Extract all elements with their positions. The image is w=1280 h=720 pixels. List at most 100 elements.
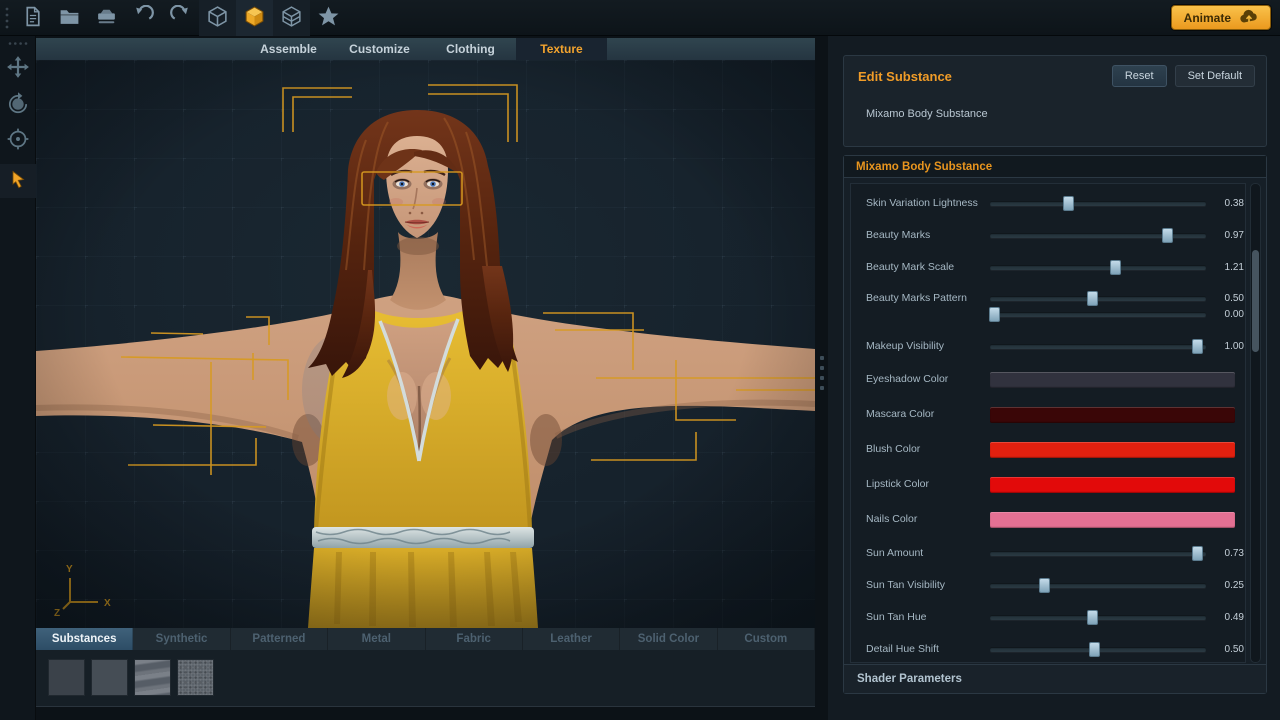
slider-track[interactable] bbox=[990, 201, 1206, 206]
parameter-value: 0.97 bbox=[1214, 230, 1244, 241]
parameter-row: Eyeshadow Color bbox=[851, 362, 1245, 397]
parameter-slider[interactable] bbox=[990, 578, 1206, 593]
top-toolbar: Animate bbox=[0, 0, 1280, 36]
favorite-star-icon bbox=[317, 5, 340, 31]
slider-track[interactable] bbox=[990, 583, 1206, 588]
parameter-row: Lipstick Color bbox=[851, 467, 1245, 502]
orbit-tool-button[interactable] bbox=[0, 122, 36, 158]
new-document-icon bbox=[21, 5, 44, 31]
substance-thumbnail-1[interactable] bbox=[48, 659, 85, 696]
slider-track[interactable] bbox=[990, 615, 1206, 620]
color-swatch[interactable] bbox=[990, 512, 1235, 528]
parameter-slider[interactable] bbox=[990, 642, 1206, 657]
cube-wireframe-icon bbox=[206, 5, 229, 31]
parameter-slider[interactable] bbox=[990, 291, 1206, 306]
slider-track[interactable] bbox=[990, 312, 1206, 317]
slider-thumb[interactable] bbox=[1087, 291, 1098, 306]
slider-thumb[interactable] bbox=[1192, 546, 1203, 561]
substance-thumbnail-4[interactable] bbox=[177, 659, 214, 696]
rotate-tool-button[interactable] bbox=[0, 86, 36, 122]
toolbar-favorite-star-button[interactable] bbox=[310, 0, 347, 36]
slider-track[interactable] bbox=[990, 265, 1206, 270]
slider-track[interactable] bbox=[990, 344, 1206, 349]
parameters-section-header: Mixamo Body Substance bbox=[844, 156, 1266, 178]
tab-customize[interactable]: Customize bbox=[334, 38, 425, 60]
slider-thumb[interactable] bbox=[1039, 578, 1050, 593]
selected-substance-name: Mixamo Body Substance bbox=[866, 108, 1266, 120]
set-default-button[interactable]: Set Default bbox=[1175, 65, 1255, 87]
select-tool-button[interactable] bbox=[0, 164, 36, 198]
left-toolbar-grip-handle[interactable] bbox=[0, 36, 35, 50]
parameter-slider[interactable] bbox=[990, 610, 1206, 625]
toolbar-new-document-button[interactable] bbox=[14, 0, 51, 36]
material-tab-substances[interactable]: Substances bbox=[36, 628, 133, 650]
scrollbar-thumb[interactable] bbox=[1252, 250, 1259, 352]
toolbar-cube-stack-button[interactable] bbox=[273, 0, 310, 36]
material-category-tabbar: SubstancesSyntheticPatternedMetalFabricL… bbox=[36, 628, 815, 650]
toolbar-cube-solid-button[interactable] bbox=[236, 0, 273, 36]
parameter-label: Detail Hue Shift bbox=[866, 642, 990, 657]
panel-splitter-handle[interactable] bbox=[818, 352, 826, 394]
toolbar-save-button[interactable] bbox=[88, 0, 125, 36]
toolbar-grip-handle[interactable] bbox=[0, 0, 14, 36]
material-tab-synthetic[interactable]: Synthetic bbox=[133, 628, 230, 650]
substance-thumbnail-strip bbox=[36, 650, 815, 707]
toolbar-undo-button[interactable] bbox=[125, 0, 162, 36]
parameter-slider[interactable] bbox=[990, 307, 1206, 322]
parameter-label: Makeup Visibility bbox=[866, 339, 990, 354]
slider-thumb[interactable] bbox=[1087, 610, 1098, 625]
parameter-value: 0.49 bbox=[1214, 612, 1244, 623]
edit-substance-card: Edit Substance Reset Set Default Mixamo … bbox=[843, 55, 1267, 147]
material-tab-custom[interactable]: Custom bbox=[718, 628, 815, 650]
slider-track[interactable] bbox=[990, 233, 1206, 238]
slider-track[interactable] bbox=[990, 296, 1206, 301]
pan-tool-button[interactable] bbox=[0, 50, 36, 86]
slider-thumb[interactable] bbox=[1110, 260, 1121, 275]
parameter-row: Detail Hue Shift 0.50 bbox=[851, 633, 1245, 663]
toolbar-redo-button[interactable] bbox=[162, 0, 199, 36]
parameter-row: Makeup Visibility 1.00 bbox=[851, 330, 1245, 362]
character-model[interactable]: Y X Z bbox=[36, 60, 815, 628]
color-swatch[interactable] bbox=[990, 407, 1235, 423]
parameter-row: Sun Tan Visibility 0.25 bbox=[851, 569, 1245, 601]
cloud-upload-icon bbox=[1238, 9, 1260, 27]
substance-thumbnail-3[interactable] bbox=[134, 659, 171, 696]
parameter-slider[interactable] bbox=[990, 196, 1206, 211]
parameter-value: 0.50 bbox=[1214, 644, 1244, 655]
parameter-label: Sun Tan Hue bbox=[866, 610, 990, 625]
animate-button[interactable]: Animate bbox=[1171, 5, 1271, 30]
toolbar-cube-wireframe-button[interactable] bbox=[199, 0, 236, 36]
slider-thumb[interactable] bbox=[1089, 642, 1100, 657]
material-tab-patterned[interactable]: Patterned bbox=[231, 628, 328, 650]
parameter-slider[interactable] bbox=[990, 228, 1206, 243]
substance-thumbnail-2[interactable] bbox=[91, 659, 128, 696]
tab-assemble[interactable]: Assemble bbox=[243, 38, 334, 60]
axis-z-label: Z bbox=[54, 608, 60, 619]
material-tab-leather[interactable]: Leather bbox=[523, 628, 620, 650]
material-tab-fabric[interactable]: Fabric bbox=[426, 628, 523, 650]
tab-clothing[interactable]: Clothing bbox=[425, 38, 516, 60]
shader-parameters-header[interactable]: Shader Parameters bbox=[844, 664, 1266, 693]
slider-track[interactable] bbox=[990, 551, 1206, 556]
parameter-slider[interactable] bbox=[990, 339, 1206, 354]
parameter-row: Sun Amount 0.73 bbox=[851, 537, 1245, 569]
tab-texture[interactable]: Texture bbox=[516, 38, 607, 60]
material-tab-solid-color[interactable]: Solid Color bbox=[620, 628, 717, 650]
parameter-value: 1.21 bbox=[1214, 262, 1244, 273]
slider-thumb[interactable] bbox=[1063, 196, 1074, 211]
parameter-slider[interactable] bbox=[990, 546, 1206, 561]
reset-button[interactable]: Reset bbox=[1112, 65, 1167, 87]
color-swatch[interactable] bbox=[990, 442, 1235, 458]
slider-thumb[interactable] bbox=[1162, 228, 1173, 243]
color-swatch[interactable] bbox=[990, 477, 1235, 493]
select-tool-icon bbox=[7, 169, 29, 194]
material-tab-metal[interactable]: Metal bbox=[328, 628, 425, 650]
color-swatch[interactable] bbox=[990, 372, 1235, 388]
parameter-slider[interactable] bbox=[990, 260, 1206, 275]
parameter-label: Sun Amount bbox=[866, 546, 990, 561]
parameters-scrollbar[interactable] bbox=[1250, 183, 1261, 663]
substance-parameters-card: Mixamo Body Substance Skin Variation Lig… bbox=[843, 155, 1267, 694]
slider-thumb[interactable] bbox=[989, 307, 1000, 322]
toolbar-open-folder-button[interactable] bbox=[51, 0, 88, 36]
slider-thumb[interactable] bbox=[1192, 339, 1203, 354]
